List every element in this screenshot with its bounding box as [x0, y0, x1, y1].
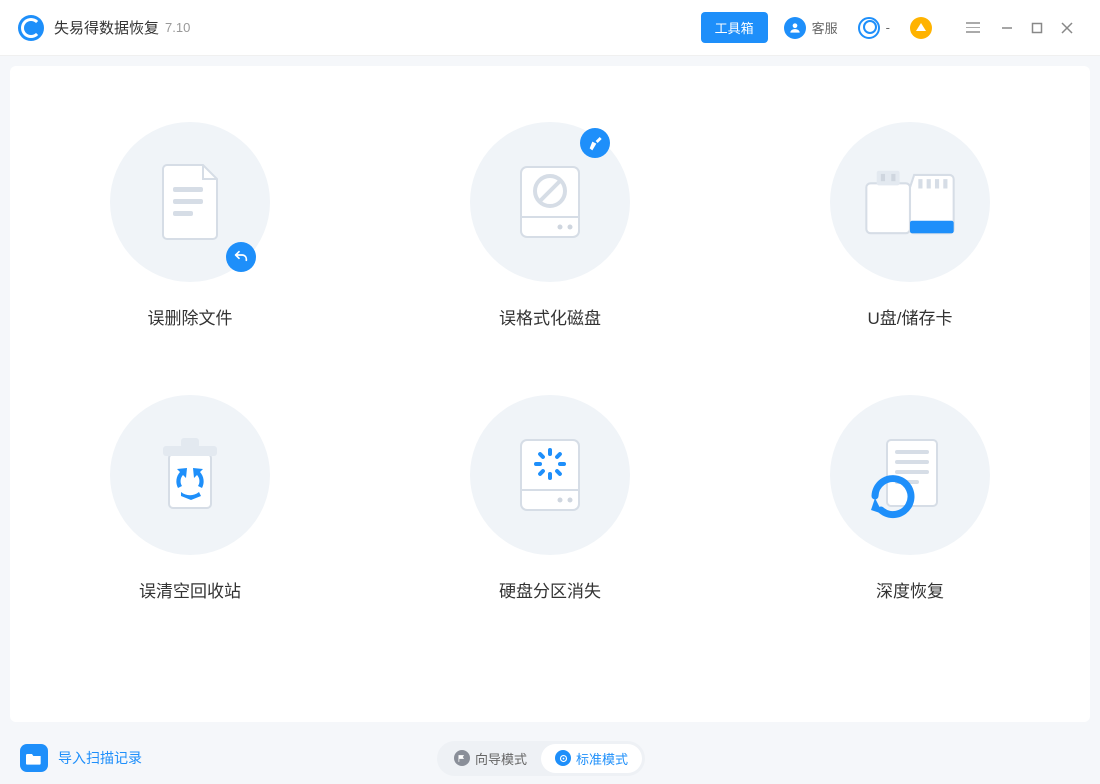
minimize-button[interactable] — [992, 13, 1022, 43]
menu-button[interactable] — [958, 13, 988, 43]
feature-circle — [830, 395, 990, 555]
close-button[interactable] — [1052, 13, 1082, 43]
brush-badge-icon — [580, 128, 610, 158]
vip-button[interactable] — [910, 17, 938, 39]
feature-label: 误格式化磁盘 — [499, 304, 601, 329]
folder-icon — [20, 744, 48, 772]
undo-badge-icon — [226, 242, 256, 272]
mode-switch: 向导模式 标准模式 — [437, 741, 645, 776]
feature-usb-sdcard[interactable]: U盘/储存卡 — [830, 122, 990, 329]
standard-mode-button[interactable]: 标准模式 — [541, 744, 642, 773]
wizard-mode-button[interactable]: 向导模式 — [440, 744, 541, 773]
qq-icon — [858, 17, 880, 39]
deep-recovery-icon — [865, 430, 955, 520]
maximize-button[interactable] — [1022, 13, 1052, 43]
toolbox-button[interactable]: 工具箱 — [701, 12, 768, 43]
feature-formatted-disk[interactable]: 误格式化磁盘 — [470, 122, 630, 329]
target-icon — [555, 750, 571, 766]
crown-icon — [910, 17, 932, 39]
flag-icon — [454, 750, 470, 766]
feature-label: 深度恢复 — [876, 577, 944, 602]
titlebar: 失易得数据恢复 7.10 工具箱 客服 - — [0, 0, 1100, 56]
customer-service-button[interactable]: 客服 — [784, 17, 838, 39]
disk-loading-icon — [505, 430, 595, 520]
feature-circle — [830, 122, 990, 282]
bottombar: 导入扫描记录 向导模式 标准模式 — [0, 732, 1100, 784]
standard-mode-label: 标准模式 — [576, 749, 628, 768]
feature-recycle-bin[interactable]: 误清空回收站 — [110, 395, 270, 602]
app-logo-icon — [18, 15, 44, 41]
feature-deleted-files[interactable]: 误删除文件 — [110, 122, 270, 329]
main-panel: 误删除文件 误格式化磁盘 — [10, 66, 1090, 722]
feature-circle — [470, 395, 630, 555]
wizard-mode-label: 向导模式 — [475, 749, 527, 768]
feature-circle — [470, 122, 630, 282]
feature-lost-partition[interactable]: 硬盘分区消失 — [470, 395, 630, 602]
customer-service-icon — [784, 17, 806, 39]
app-version: 7.10 — [165, 20, 190, 35]
feature-grid: 误删除文件 误格式化磁盘 — [10, 122, 1090, 602]
feature-label: 硬盘分区消失 — [499, 577, 601, 602]
feature-label: 误删除文件 — [148, 304, 233, 329]
import-scan-button[interactable]: 导入扫描记录 — [20, 744, 142, 772]
feature-label: 误清空回收站 — [139, 577, 241, 602]
app-title: 失易得数据恢复 — [54, 17, 159, 38]
recycle-bin-icon — [145, 430, 235, 520]
customer-service-label: 客服 — [812, 18, 838, 37]
disk-forbidden-icon — [505, 157, 595, 247]
import-scan-label: 导入扫描记录 — [58, 748, 142, 768]
usb-sd-icon — [858, 157, 962, 247]
feature-label: U盘/储存卡 — [868, 304, 953, 329]
feature-circle — [110, 122, 270, 282]
qq-button[interactable]: - — [858, 17, 890, 39]
document-icon — [145, 157, 235, 247]
qq-label: - — [886, 20, 890, 35]
feature-circle — [110, 395, 270, 555]
feature-deep-recovery[interactable]: 深度恢复 — [830, 395, 990, 602]
